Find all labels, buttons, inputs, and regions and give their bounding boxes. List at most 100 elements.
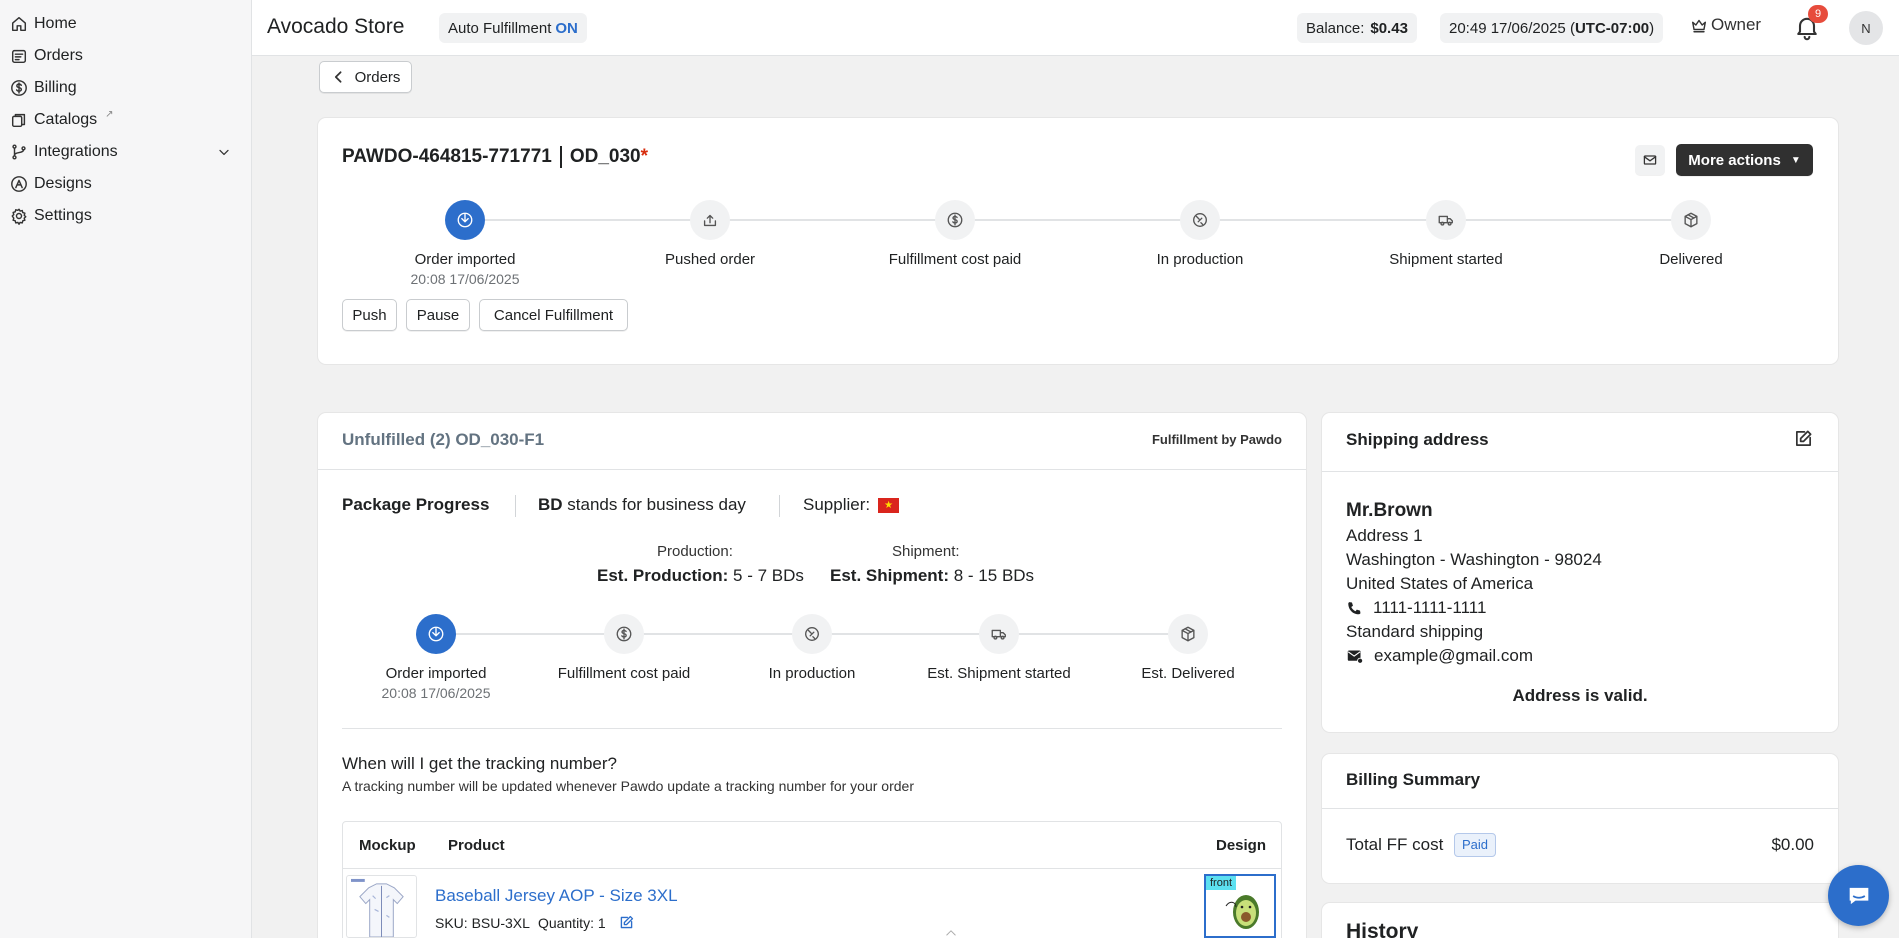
- product-sku: SKU: BSU-3XL: [435, 914, 530, 931]
- bd-text: stands for business day: [567, 495, 746, 514]
- package-step-label: In production: [768, 665, 856, 682]
- sidebar-item-integrations[interactable]: Integrations: [10, 140, 232, 164]
- shipping-title: Shipping address: [1346, 430, 1489, 449]
- est-production: Est. Production: 5 - 7 BDs: [597, 566, 804, 586]
- sidebar-item-label: Designs: [34, 175, 92, 192]
- datetime-text: 20:49 17/06/2025 (: [1449, 19, 1575, 37]
- mockup-thumbnail[interactable]: [346, 875, 417, 938]
- download-icon: [428, 626, 444, 642]
- chevron-up-icon[interactable]: [940, 926, 962, 938]
- billing-title: Billing Summary: [1346, 770, 1481, 789]
- sidebar-item-label: Orders: [34, 47, 83, 64]
- chat-button[interactable]: [1828, 865, 1889, 926]
- phone-number: 1111-1111-1111: [1373, 598, 1487, 617]
- order-step-label: Pushed order: [664, 251, 756, 268]
- external-link-icon: ↗: [105, 108, 114, 120]
- sidebar-item-label: Catalogs: [34, 111, 98, 128]
- order-step-label: Fulfillment cost paid: [888, 251, 1022, 268]
- paid-status-badge: Paid: [1454, 833, 1497, 857]
- avocado-design-image: [1225, 895, 1259, 929]
- sidebar-item-label: Integrations: [34, 143, 118, 160]
- vietnam-flag-icon: ★: [878, 497, 900, 513]
- address-city-line: Washington - Washington - 98024: [1346, 550, 1602, 569]
- production-label: Production:: [657, 543, 733, 560]
- package-progress-label: Package Progress: [342, 495, 490, 514]
- sidebar-item-home[interactable]: Home: [10, 12, 77, 36]
- shipping-method: Standard shipping: [1346, 622, 1484, 641]
- supplier-info: Supplier: ★: [803, 495, 900, 515]
- auto-fulfillment-label: Auto Fulfillment: [448, 19, 552, 37]
- product-link[interactable]: Baseball Jersey AOP - Size 3XL: [435, 886, 678, 906]
- mail-icon: [1643, 155, 1657, 165]
- dollar-icon: [947, 212, 963, 228]
- package-step-label: Fulfillment cost paid: [557, 665, 691, 682]
- product-quantity: Quantity: 1: [537, 914, 606, 931]
- balance-label: Balance:: [1306, 19, 1365, 37]
- email-button[interactable]: [1635, 145, 1665, 175]
- email-row: example@gmail.com: [1346, 646, 1533, 666]
- email-address: example@gmail.com: [1374, 646, 1533, 665]
- title-divider: [559, 146, 562, 168]
- production-icon: [805, 627, 819, 641]
- balance-display[interactable]: Balance: $0.43: [1297, 13, 1417, 43]
- store-name: Avocado Store: [267, 15, 405, 38]
- package-step-label: Est. Shipment started: [927, 665, 1071, 682]
- download-icon: [457, 212, 473, 228]
- fulfilled-by-label: Fulfillment by Pawdo: [1151, 432, 1282, 447]
- tracking-answer: A tracking number will be updated whenev…: [342, 778, 914, 794]
- separator: [779, 495, 780, 517]
- bd-note: BD stands for business day: [538, 495, 746, 515]
- tracking-question: When will I get the tracking number?: [342, 754, 617, 773]
- notification-badge: 9: [1808, 5, 1828, 23]
- order-step-label: Shipment started: [1389, 251, 1503, 268]
- balance-value: $0.43: [1370, 19, 1408, 37]
- bd-abbr: BD: [538, 495, 563, 514]
- datetime-display: 20:49 17/06/2025 (UTC-07:00): [1440, 13, 1664, 43]
- avatar[interactable]: N: [1849, 11, 1883, 45]
- auto-fulfillment-state: ON: [555, 19, 578, 37]
- more-actions-button[interactable]: More actions ▼: [1676, 144, 1813, 176]
- column-header-product: Product: [448, 837, 505, 854]
- auto-fulfillment-toggle[interactable]: Auto Fulfillment ON: [439, 13, 587, 43]
- role-menu[interactable]: Owner: [1690, 15, 1761, 35]
- recipient-name: Mr.Brown: [1346, 500, 1433, 521]
- address-line-1: Address 1: [1346, 526, 1423, 545]
- order-step-circle: [445, 200, 485, 240]
- order-steps-line: [485, 219, 1688, 221]
- phone-icon: [1348, 601, 1361, 614]
- order-name: OD_030: [569, 146, 641, 167]
- sidebar-item-catalogs[interactable]: Catalogs ↗: [10, 108, 114, 132]
- push-button[interactable]: Push: [342, 299, 397, 331]
- package-step-circle: [792, 614, 832, 654]
- sidebar-item-designs[interactable]: Designs: [10, 172, 92, 196]
- chevron-left-icon: [334, 71, 342, 83]
- est-production-label: Est. Production:: [597, 566, 729, 585]
- shipping-address-card: [1322, 413, 1838, 732]
- sidebar-item-settings[interactable]: Settings: [10, 204, 92, 228]
- chevron-down-icon[interactable]: [216, 144, 232, 160]
- pause-button[interactable]: Pause: [406, 299, 470, 331]
- gear-icon: [11, 208, 27, 225]
- cancel-fulfillment-button[interactable]: Cancel Fulfillment: [479, 299, 628, 331]
- design-thumbnail[interactable]: front: [1204, 874, 1276, 938]
- sidebar-item-billing[interactable]: Billing: [10, 76, 77, 100]
- history-title: History: [1346, 920, 1419, 938]
- required-mark: *: [640, 146, 649, 167]
- order-step-circle: [1180, 200, 1220, 240]
- order-step-circle: [1671, 200, 1711, 240]
- integrations-icon: [12, 144, 26, 160]
- sidebar-item-orders[interactable]: Orders: [10, 44, 83, 68]
- email-icon: [1347, 650, 1364, 664]
- box-icon: [1181, 626, 1195, 642]
- truck-icon: [1438, 215, 1453, 226]
- edit-address-icon[interactable]: [1794, 429, 1813, 448]
- catalogs-icon: [11, 113, 26, 128]
- back-to-orders-button[interactable]: Orders: [319, 61, 412, 93]
- est-shipment-label: Est. Shipment:: [830, 566, 950, 585]
- timezone-text: UTC-07:00: [1574, 19, 1650, 37]
- edit-icon[interactable]: [618, 914, 635, 931]
- est-shipment: Est. Shipment: 8 - 15 BDs: [830, 566, 1034, 586]
- product-meta: SKU: BSU-3XL Quantity: 1: [435, 914, 635, 931]
- sidebar-item-label: Home: [34, 15, 77, 32]
- sidebar: Home Orders Billing Catalogs ↗ Integrati…: [0, 0, 252, 938]
